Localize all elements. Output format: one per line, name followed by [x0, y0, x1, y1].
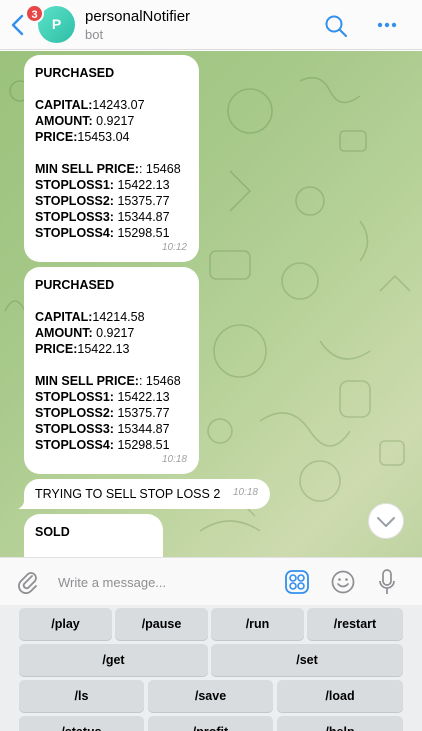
message-line: PRICE:15422.13 [35, 342, 130, 356]
bot-command-restart[interactable]: /restart [307, 608, 403, 640]
chat-header: 3 P personalNotifier bot [0, 0, 422, 50]
more-options-icon[interactable] [376, 14, 398, 36]
message-line: PRICE:15453.04 [35, 130, 130, 144]
message-line: STOPLOSS4: 15298.51 [35, 438, 170, 452]
message-line: STOPLOSS1: 15422.13 [35, 390, 170, 404]
message-time: 10:12 [161, 242, 187, 253]
message-line: CAPITAL:14243.07 [35, 98, 145, 112]
message-line: AMOUNT: 0.9217 [35, 326, 135, 340]
emoji-icon[interactable] [331, 570, 355, 594]
message-time: 10:18 [232, 487, 258, 498]
chat-subtitle: bot [85, 27, 104, 42]
bot-keyboard: /play /pause /run /restart /get /set /ls… [0, 605, 422, 731]
message-input[interactable]: Write a message... [58, 575, 166, 590]
bot-command-get[interactable]: /get [19, 644, 208, 676]
message-line: STOPLOSS2: 15375.77 [35, 406, 170, 420]
bot-command-run[interactable]: /run [211, 608, 304, 640]
message-line: AMOUNT: 0.9217 [35, 114, 135, 128]
bot-command-status[interactable]: /status [19, 716, 144, 731]
scroll-down-button[interactable] [368, 503, 404, 539]
bot-command-help[interactable]: /help [277, 716, 403, 731]
message-text: SOLD [35, 525, 70, 539]
chevron-down-icon [377, 517, 395, 527]
bot-command-pause[interactable]: /pause [115, 608, 208, 640]
message-line [35, 81, 188, 97]
bot-keyboard-icon[interactable] [285, 570, 309, 594]
message-line: MIN SELL PRICE:: 15468 [35, 374, 181, 388]
message-line: STOPLOSS2: 15375.77 [35, 194, 170, 208]
message-line: PURCHASED [35, 278, 115, 292]
message-composer: Write a message... [0, 557, 422, 605]
bot-command-load[interactable]: /load [277, 680, 403, 712]
message-bubble[interactable]: SOLD [24, 514, 163, 557]
paperclip-icon[interactable] [16, 570, 40, 594]
bot-command-set[interactable]: /set [211, 644, 403, 676]
message-line: PURCHASED [35, 66, 115, 80]
bubble-tail [18, 495, 30, 509]
message-bubble[interactable]: TRYING TO SELL STOP LOSS 2 10:18 [18, 479, 270, 509]
message-line [35, 293, 188, 309]
message-line: STOPLOSS1: 15422.13 [35, 178, 170, 192]
message-list[interactable]: PURCHASED CAPITAL:14243.07 AMOUNT: 0.921… [0, 51, 422, 557]
message-bubble[interactable]: PURCHASED CAPITAL:14243.07 AMOUNT: 0.921… [24, 55, 199, 262]
message-line [35, 357, 188, 373]
message-text: TRYING TO SELL STOP LOSS 2 [35, 487, 221, 501]
message-line: MIN SELL PRICE:: 15468 [35, 162, 181, 176]
bot-command-ls[interactable]: /ls [19, 680, 144, 712]
bot-command-play[interactable]: /play [19, 608, 112, 640]
search-icon[interactable] [324, 14, 348, 38]
unread-badge: 3 [25, 4, 44, 23]
message-line: STOPLOSS3: 15344.87 [35, 210, 170, 224]
chat-title[interactable]: personalNotifier [85, 8, 190, 25]
message-time: 10:18 [161, 454, 187, 465]
message-line [35, 145, 188, 161]
bot-command-save[interactable]: /save [148, 680, 273, 712]
message-line: STOPLOSS3: 15344.87 [35, 422, 170, 436]
message-line: CAPITAL:14214.58 [35, 310, 145, 324]
message-line: STOPLOSS4: 15298.51 [35, 226, 170, 240]
microphone-icon[interactable] [378, 569, 396, 595]
bot-command-profit[interactable]: /profit [148, 716, 273, 731]
message-bubble[interactable]: PURCHASED CAPITAL:14214.58 AMOUNT: 0.921… [24, 267, 199, 474]
back-arrow-icon[interactable] [10, 14, 26, 36]
